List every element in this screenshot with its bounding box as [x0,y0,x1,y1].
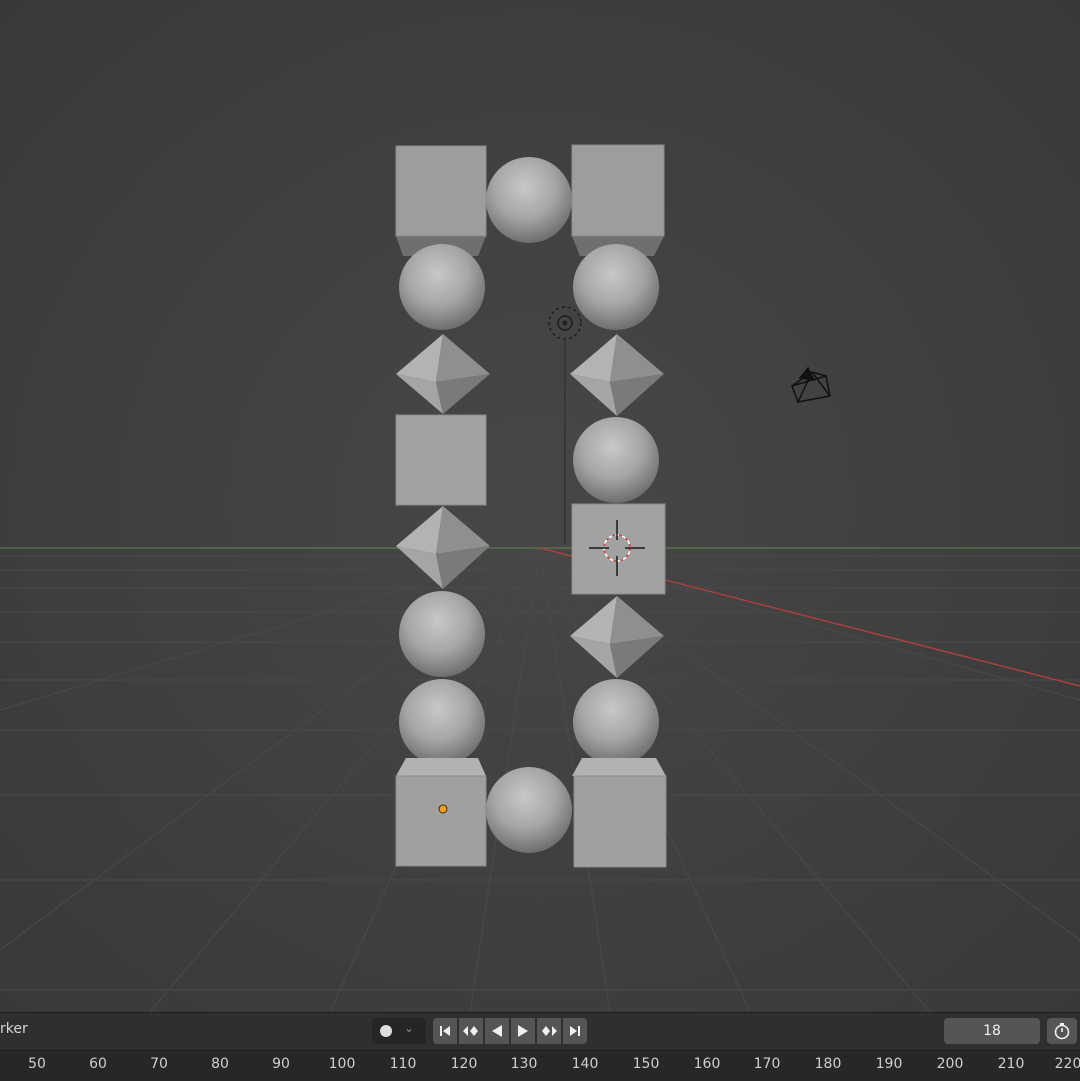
ruler-tick: 130 [510,1056,538,1072]
cube-right-8[interactable] [572,758,667,868]
sphere-right-2[interactable] [573,244,659,330]
stopwatch-icon[interactable] [1047,1018,1077,1044]
play-icon[interactable] [511,1018,535,1044]
chevron-down-icon[interactable]: ⌄ [404,1021,414,1035]
cube-left-4[interactable] [395,414,487,506]
record-dot-icon [380,1025,392,1037]
cube-right-1[interactable] [571,144,665,256]
ruler-tick: 150 [632,1056,660,1072]
ruler-tick: 210 [997,1056,1025,1072]
sphere-right-7[interactable] [573,679,659,765]
ruler-tick: 100 [328,1056,356,1072]
sphere-left-6[interactable] [399,591,485,677]
jump-start-icon[interactable] [433,1018,457,1044]
ruler-tick: 170 [753,1056,781,1072]
ruler-tick: 80 [211,1056,229,1072]
sphere-bottom-middle[interactable] [486,767,572,853]
prev-keyframe-icon[interactable] [459,1018,483,1044]
ruler-tick: 90 [272,1056,290,1072]
ruler-tick: 160 [693,1056,721,1072]
ruler-tick: 110 [389,1056,417,1072]
sphere-left-7[interactable] [399,679,485,765]
cube-left-1[interactable] [395,145,487,256]
ruler-tick: 120 [450,1056,478,1072]
auto-keying-toggle[interactable]: ⌄ [372,1018,426,1044]
play-reverse-icon[interactable] [485,1018,509,1044]
ruler-tick: 220 [1054,1056,1080,1072]
ruler-tick: 70 [150,1056,168,1072]
ruler-tick: 190 [875,1056,903,1072]
ruler-tick: 180 [814,1056,842,1072]
ruler-tick: 60 [89,1056,107,1072]
ruler-tick: 200 [936,1056,964,1072]
current-frame-field[interactable]: 18 [944,1018,1040,1044]
ruler-tick: 50 [28,1056,46,1072]
sphere-left-2[interactable] [399,244,485,330]
timeline-ruler[interactable]: 50 60 70 80 90 100 110 120 130 140 150 1… [0,1050,1080,1081]
origin-dot-icon [438,804,448,814]
ruler-tick: 140 [571,1056,599,1072]
jump-end-icon[interactable] [563,1018,587,1044]
viewport-background [0,0,1080,1012]
cube-right-5[interactable] [571,503,666,595]
3d-viewport[interactable] [0,0,1080,1012]
next-keyframe-icon[interactable] [537,1018,561,1044]
timeline-header: rker ⌄ 18 [0,1012,1080,1051]
marker-menu[interactable]: rker [0,1021,28,1037]
playback-controls [433,1018,587,1044]
viewport-canvas[interactable] [0,0,1080,1012]
sphere-top-middle[interactable] [486,157,572,243]
sphere-right-4[interactable] [573,417,659,503]
